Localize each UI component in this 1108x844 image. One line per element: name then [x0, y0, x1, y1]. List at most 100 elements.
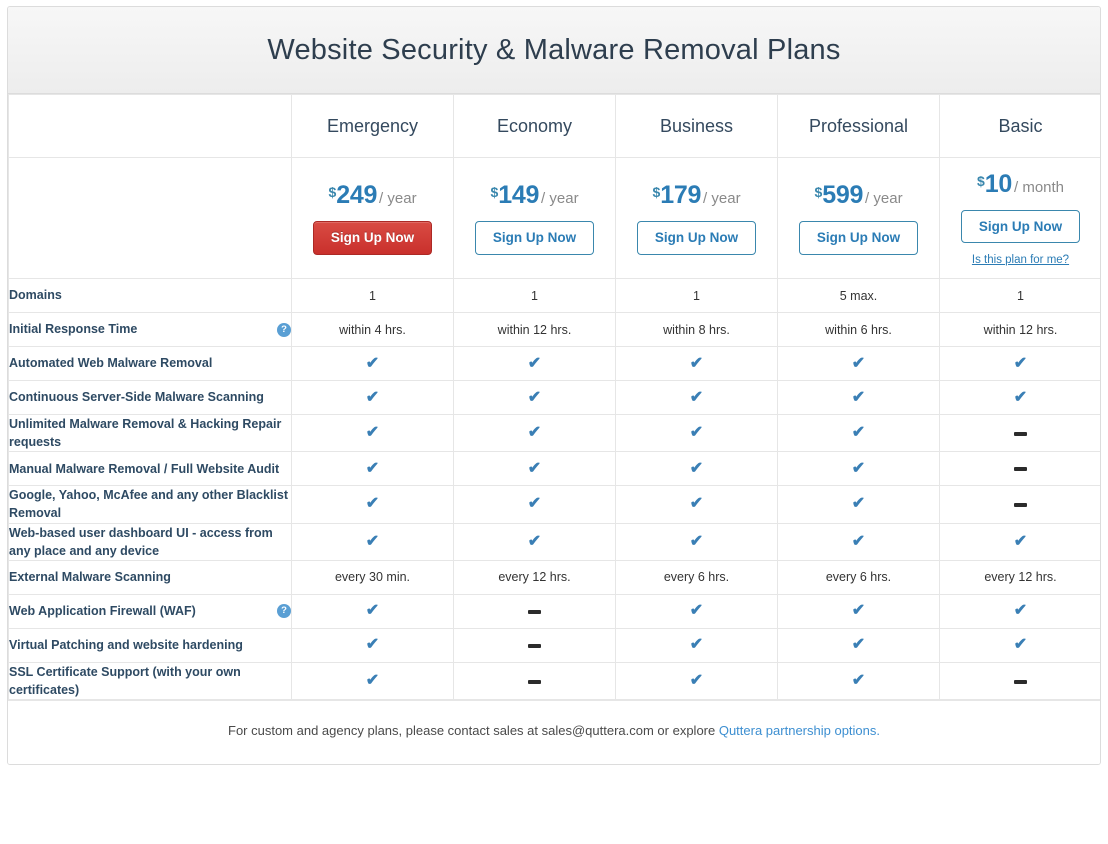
sign-up-button-professional[interactable]: Sign Up Now: [798, 221, 919, 255]
feature-value: 5 max.: [839, 288, 878, 303]
sign-up-button-emergency[interactable]: Sign Up Now: [312, 221, 433, 255]
table-row: Unlimited Malware Removal & Hacking Repa…: [8, 413, 1100, 453]
plan-header-business: Business: [615, 94, 778, 158]
check-icon: ✔: [689, 495, 704, 513]
check-icon: ✔: [527, 532, 542, 550]
plan-name-label: Professional: [808, 115, 909, 136]
check-icon: ✔: [527, 388, 542, 406]
feature-included-check: ✔: [453, 380, 616, 415]
currency-symbol: $: [490, 184, 499, 201]
price-period: / year: [379, 190, 417, 208]
feature-included-check: ✔: [939, 346, 1100, 381]
feature-value-text: within 12 hrs.: [453, 312, 616, 347]
feature-value: within 8 hrs.: [663, 322, 730, 337]
feature-inner: Continuous Server-Side Malware Scanning: [9, 388, 291, 406]
sign-up-button-basic[interactable]: Sign Up Now: [960, 209, 1081, 244]
check-icon: ✔: [851, 532, 866, 550]
dash-icon: [1014, 467, 1027, 472]
feature-excluded-dash: [939, 451, 1100, 487]
feature-value: within 12 hrs.: [497, 322, 572, 337]
feature-included-check: ✔: [615, 627, 778, 663]
feature-excluded-dash: [939, 413, 1100, 453]
feature-included-check: ✔: [615, 451, 778, 487]
plan-header-economy: Economy: [453, 94, 616, 158]
partnership-options-link[interactable]: Quttera partnership options.: [719, 723, 880, 738]
check-icon: ✔: [851, 424, 866, 442]
currency-symbol: $: [814, 184, 823, 201]
feature-label-cell: Manual Malware Removal / Full Website Au…: [8, 451, 292, 487]
pricing-comparison-table: Emergency Economy Business Professional Basi…: [8, 94, 1100, 701]
pricing-panel: Website Security & Malware Removal Plans…: [7, 6, 1101, 765]
feature-included-check: ✔: [291, 451, 454, 487]
currency-symbol: $: [976, 172, 985, 189]
feature-included-check: ✔: [615, 380, 778, 415]
plan-header-basic: Basic: [939, 94, 1100, 158]
feature-label-cell: Virtual Patching and website hardening: [8, 627, 292, 663]
feature-included-check: ✔: [291, 485, 454, 524]
plan-purchase-cell-emergency: $249/ year Sign Up Now: [291, 157, 454, 279]
feature-label: Continuous Server-Side Malware Scanning: [9, 390, 264, 405]
help-icon[interactable]: ?: [277, 322, 291, 337]
feature-value: 1: [369, 288, 376, 303]
feature-label-cell: Automated Web Malware Removal: [8, 346, 292, 381]
table-row: Initial Response Time? within 4 hrs. withi…: [8, 312, 1100, 347]
feature-excluded-dash: [453, 661, 616, 701]
check-icon: ✔: [365, 636, 380, 654]
feature-value-text: every 30 min.: [291, 559, 454, 595]
check-icon: ✔: [365, 602, 380, 620]
feature-inner: Unlimited Malware Removal & Hacking Repa…: [9, 415, 291, 451]
feature-value: 1: [693, 288, 700, 303]
corner-cell-empty-2: [8, 157, 292, 279]
feature-excluded-dash: [453, 593, 616, 629]
dash-icon: [528, 679, 541, 684]
sign-up-button-business[interactable]: Sign Up Now: [636, 221, 757, 255]
check-icon: ✔: [689, 459, 704, 477]
feature-value: every 6 hrs.: [663, 570, 730, 585]
plan-header-professional: Professional: [777, 94, 940, 158]
plan-purchase-cell-business: $179/ year Sign Up Now: [615, 157, 778, 279]
feature-label: Virtual Patching and website hardening: [9, 638, 243, 653]
feature-value: 1: [1017, 288, 1024, 303]
feature-label-cell: Continuous Server-Side Malware Scanning: [8, 380, 292, 415]
feature-label: Manual Malware Removal / Full Website Au…: [9, 461, 280, 476]
feature-included-check: ✔: [777, 346, 940, 381]
help-icon[interactable]: ?: [277, 604, 291, 619]
dash-icon: [528, 643, 541, 648]
feature-value-text: 1: [453, 278, 616, 313]
feature-included-check: ✔: [453, 522, 616, 561]
is-this-plan-for-me-link[interactable]: Is this plan for me?: [972, 254, 1069, 266]
feature-value: 1: [531, 288, 538, 303]
feature-value-text: within 4 hrs.: [291, 312, 454, 347]
feature-included-check: ✔: [939, 380, 1100, 415]
price-amount: 149: [498, 181, 540, 210]
feature-value: within 4 hrs.: [339, 322, 406, 337]
plan-purchase-cell-professional: $599/ year Sign Up Now: [777, 157, 940, 279]
table-row: Continuous Server-Side Malware Scanning ✔…: [8, 380, 1100, 415]
feature-inner: Google, Yahoo, McAfee and any other Blac…: [9, 486, 291, 522]
feature-inner: Manual Malware Removal / Full Website Au…: [9, 460, 291, 478]
feature-inner: Virtual Patching and website hardening: [9, 636, 291, 654]
feature-included-check: ✔: [615, 346, 778, 381]
check-icon: ✔: [689, 671, 704, 689]
feature-label-cell: SSL Certificate Support (with your own c…: [8, 661, 292, 701]
check-icon: ✔: [1013, 388, 1028, 406]
check-icon: ✔: [365, 388, 380, 406]
price-period: / month: [1013, 178, 1065, 196]
feature-inner: Domains: [9, 286, 291, 304]
feature-excluded-dash: [453, 627, 616, 663]
feature-included-check: ✔: [291, 380, 454, 415]
price-period: / year: [541, 190, 579, 208]
table-row: SSL Certificate Support (with your own c…: [8, 661, 1100, 701]
check-icon: ✔: [365, 424, 380, 442]
feature-value-text: within 8 hrs.: [615, 312, 778, 347]
feature-value-text: 1: [291, 278, 454, 313]
feature-included-check: ✔: [777, 485, 940, 524]
price-line: $179/ year: [616, 181, 777, 210]
feature-included-check: ✔: [453, 451, 616, 487]
feature-label-cell: Unlimited Malware Removal & Hacking Repa…: [8, 413, 292, 453]
check-icon: ✔: [365, 495, 380, 513]
sign-up-button-economy[interactable]: Sign Up Now: [474, 221, 595, 255]
check-icon: ✔: [1013, 532, 1028, 550]
check-icon: ✔: [365, 354, 380, 372]
check-icon: ✔: [851, 459, 866, 477]
